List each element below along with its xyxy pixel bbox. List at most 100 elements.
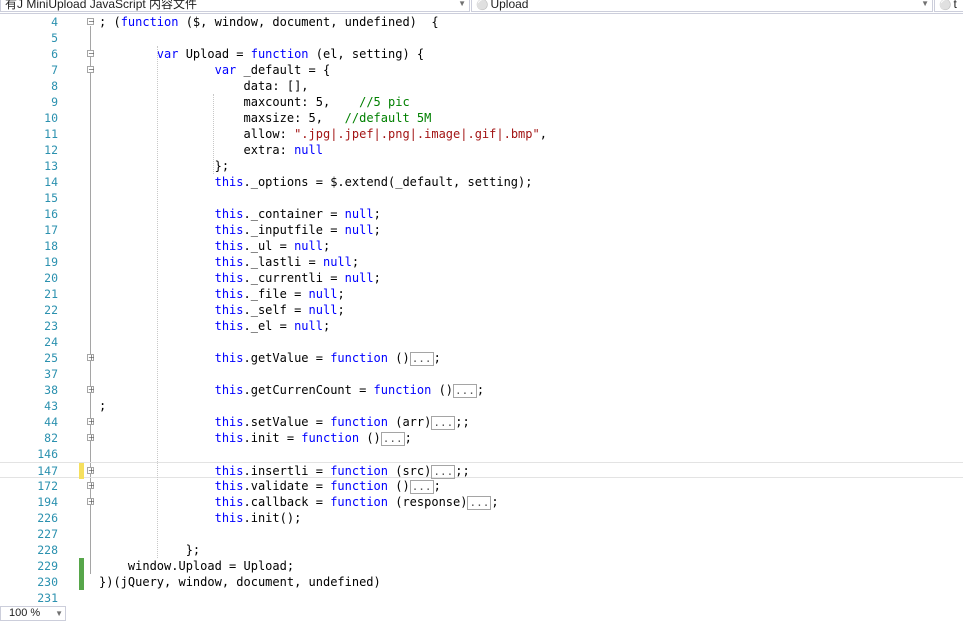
line-number: 18 <box>44 239 58 253</box>
zoom-level-dropdown[interactable]: 100 % ▼ <box>0 606 66 621</box>
code-token: this <box>214 239 244 253</box>
code-text: maxcount: 5, //5 pic <box>99 94 410 110</box>
code-line[interactable]: 13 }; <box>0 158 963 174</box>
code-token: //5 pic <box>359 95 410 109</box>
code-line[interactable]: 4 −; (function ($, window, document, unde… <box>0 14 963 30</box>
code-token: null <box>344 207 374 221</box>
code-line[interactable]: 228 }; <box>0 542 963 558</box>
code-line[interactable]: 12 extra: null <box>0 142 963 158</box>
code-token: .init(); <box>243 511 302 525</box>
code-token: ._options = $.extend(_default, setting); <box>243 175 533 189</box>
code-line[interactable]: 229 window.Upload = Upload; <box>0 558 963 574</box>
code-line[interactable]: 16 this._container = null; <box>0 206 963 222</box>
code-token: ; <box>476 383 485 397</box>
code-token: ._lastli = <box>243 255 323 269</box>
change-marker <box>79 558 84 574</box>
code-line[interactable]: 6 − var Upload = function (el, setting) { <box>0 46 963 62</box>
code-line[interactable]: 230})(jQuery, window, document, undefine… <box>0 574 963 590</box>
expand-icon[interactable]: + <box>87 482 95 490</box>
line-number: 147 <box>37 464 58 478</box>
indent-guide <box>157 46 158 558</box>
collapsed-region[interactable]: ... <box>467 495 492 510</box>
code-line[interactable]: 15 <box>0 190 963 206</box>
code-token: })(jQuery, window, document, undefined) <box>99 575 381 589</box>
code-line[interactable]: 5 <box>0 30 963 46</box>
expand-icon[interactable]: + <box>87 498 95 506</box>
code-line[interactable]: 24 <box>0 334 963 350</box>
code-text: this._currentli = null; <box>99 270 381 286</box>
code-line[interactable]: 37 <box>0 366 963 382</box>
collapsed-region[interactable]: ... <box>409 351 434 366</box>
collapsed-region[interactable]: ... <box>380 431 405 446</box>
code-line[interactable]: 19 this._lastli = null; <box>0 254 963 270</box>
code-line[interactable]: 9 maxcount: 5, //5 pic <box>0 94 963 110</box>
code-token: var <box>214 63 237 77</box>
code-line[interactable]: 227 <box>0 526 963 542</box>
code-line[interactable]: 18 this._ul = null; <box>0 238 963 254</box>
code-token: (response) <box>388 495 468 509</box>
code-line[interactable]: 226 this.init(); <box>0 510 963 526</box>
code-line[interactable]: 17 this._inputfile = null; <box>0 222 963 238</box>
collapse-icon[interactable]: − <box>87 18 95 26</box>
collapse-icon[interactable]: − <box>87 66 95 74</box>
code-token: (src) <box>388 464 432 478</box>
code-token: ._container = <box>243 207 345 221</box>
project-dropdown[interactable]: 有J MiniUpload JavaScript 内容文件 ▼ <box>0 0 470 12</box>
line-number: 16 <box>44 207 58 221</box>
code-text: this._options = $.extend(_default, setti… <box>99 174 533 190</box>
collapsed-region[interactable]: ... <box>431 464 456 479</box>
code-line[interactable]: 43; <box>0 398 963 414</box>
code-line[interactable]: 10 maxsize: 5, //default 5M <box>0 110 963 126</box>
code-line[interactable]: 14 this._options = $.extend(_default, se… <box>0 174 963 190</box>
code-line[interactable]: 172 + this.validate = function ()...; <box>0 478 963 494</box>
code-line[interactable]: 20 this._currentli = null; <box>0 270 963 286</box>
collapsed-region[interactable]: ... <box>431 415 456 430</box>
line-number: 19 <box>44 255 58 269</box>
code-line[interactable]: 194 + this.callback = function (response)… <box>0 494 963 510</box>
extra-dropdown[interactable]: ⚪ t <box>934 0 963 12</box>
code-editor[interactable]: 4−; (function ($, window, document, unde… <box>0 14 963 606</box>
line-number: 7 <box>51 63 58 77</box>
code-line[interactable]: 22 this._self = null; <box>0 302 963 318</box>
expand-icon[interactable]: + <box>87 386 95 394</box>
code-line[interactable]: 21 this._file = null; <box>0 286 963 302</box>
code-token: ._el = <box>243 319 295 333</box>
code-token: null <box>308 303 338 317</box>
code-token: ; <box>433 351 441 365</box>
code-line[interactable]: 146 <box>0 446 963 462</box>
code-token: ;; <box>455 415 470 429</box>
collapsed-region[interactable]: ... <box>453 383 477 398</box>
line-number: 22 <box>44 303 58 317</box>
code-text: this._inputfile = null; <box>99 222 381 238</box>
code-line[interactable]: 82 + this.init = function ()...; <box>0 430 963 446</box>
line-number: 24 <box>44 335 58 349</box>
code-token: .insertli = <box>243 464 331 478</box>
collapsed-region[interactable]: ... <box>409 479 434 494</box>
code-text: this._el = null; <box>99 318 331 334</box>
code-line[interactable]: 8 data: [], <box>0 78 963 94</box>
line-number: 229 <box>37 559 58 573</box>
code-token: data: [], <box>99 79 309 93</box>
code-line[interactable]: 25 + this.getValue = function ()...; <box>0 350 963 366</box>
code-line[interactable]: 147 + this.insertli = function (src)...;; <box>0 462 963 479</box>
code-token: this <box>214 495 244 509</box>
code-line[interactable]: 7 − var _default = { <box>0 62 963 78</box>
code-line[interactable]: 231 <box>0 590 963 606</box>
expand-icon[interactable]: + <box>87 467 95 475</box>
expand-icon[interactable]: + <box>87 434 95 442</box>
code-line[interactable]: 38 + this.getCurrenCount = function ()...… <box>0 382 963 398</box>
code-token: .getValue = <box>243 351 331 365</box>
code-token: function <box>373 383 432 397</box>
code-line[interactable]: 11 allow: ".jpg|.jpef|.png|.image|.gif|.… <box>0 126 963 142</box>
expand-icon[interactable]: + <box>87 418 95 426</box>
member-dropdown[interactable]: ⚪ Upload ▼ <box>471 0 933 12</box>
code-token: ;; <box>455 464 470 478</box>
code-token: ._self = <box>243 303 309 317</box>
code-token: function <box>250 47 309 61</box>
code-line[interactable]: 23 this._el = null; <box>0 318 963 334</box>
code-token: ._inputfile = <box>243 223 345 237</box>
collapse-icon[interactable]: − <box>87 50 95 58</box>
code-line[interactable]: 44 + this.setValue = function (arr)...;; <box>0 414 963 430</box>
expand-icon[interactable]: + <box>87 354 95 362</box>
code-token: ; <box>337 303 345 317</box>
